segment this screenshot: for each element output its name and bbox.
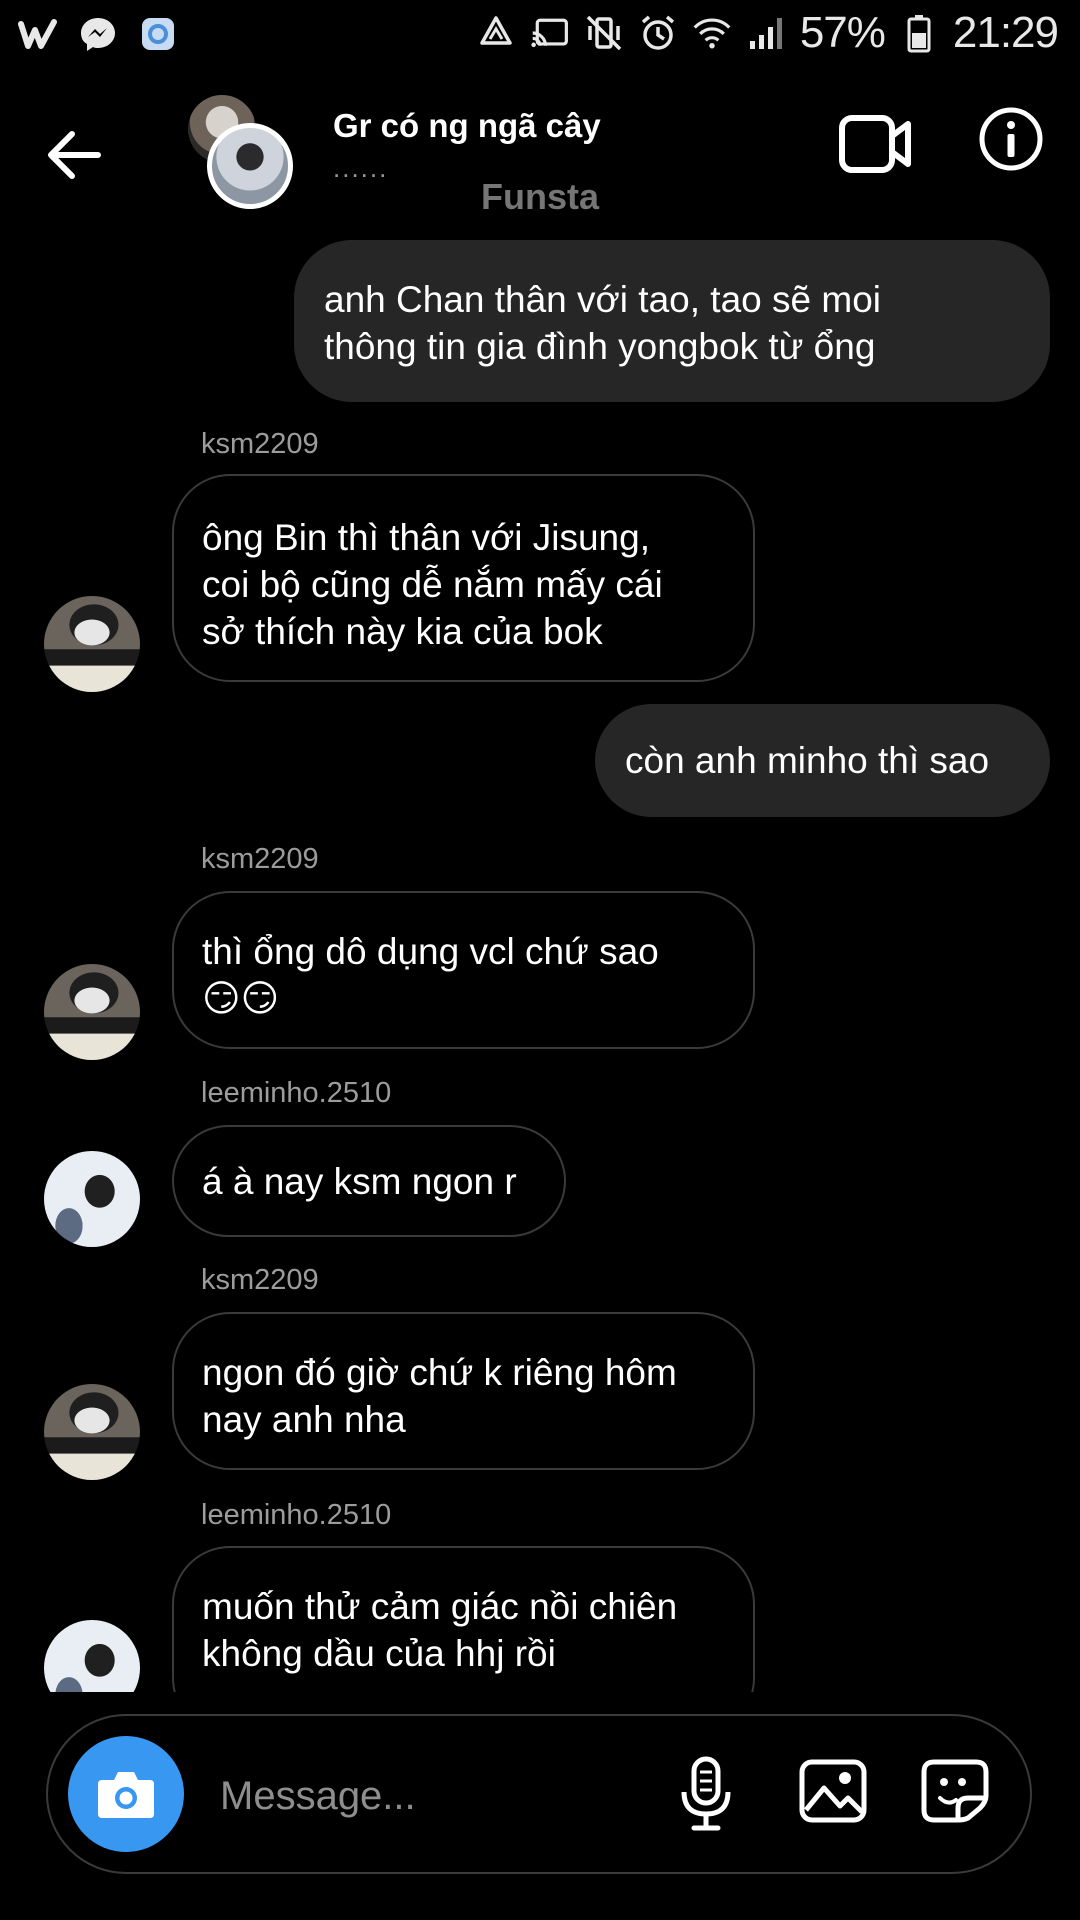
incoming-message[interactable]: ngon đó giờ chứ k riêng hôm nay anh nha bbox=[172, 1312, 755, 1470]
avatar[interactable] bbox=[44, 596, 140, 692]
message-line: còn anh minho thì sao bbox=[625, 740, 990, 781]
message-line: thì ổng dô dụng vcl chứ sao bbox=[202, 931, 659, 972]
avatar[interactable] bbox=[44, 1620, 140, 1692]
outgoing-message[interactable]: còn anh minho thì sao bbox=[595, 704, 1050, 817]
avatar[interactable] bbox=[44, 1151, 140, 1247]
message-line: nay anh nha bbox=[202, 1399, 406, 1440]
incoming-message[interactable]: muốn thử cảm giác nồi chiên không dầu củ… bbox=[172, 1546, 755, 1692]
camera-icon bbox=[98, 1772, 154, 1818]
message-composer bbox=[46, 1714, 1032, 1874]
sticker-icon[interactable] bbox=[920, 1758, 990, 1824]
sender-name: ksm2209 bbox=[201, 843, 319, 875]
chat-title[interactable]: Gr có ng ngã cây bbox=[333, 107, 601, 145]
camera-button[interactable] bbox=[68, 1736, 184, 1852]
message-line: thông tin gia đình yongbok từ ổng bbox=[324, 326, 876, 367]
message-input[interactable] bbox=[218, 1760, 672, 1832]
outgoing-message[interactable]: anh Chan thân với tao, tao sẽ moi thông … bbox=[294, 240, 1050, 402]
message-line: 😏😏 bbox=[202, 978, 280, 1019]
sender-name: leeminho.2510 bbox=[201, 1077, 392, 1109]
incoming-message[interactable]: thì ổng dô dụng vcl chứ sao 😏😏 bbox=[172, 891, 755, 1049]
chat-header: Gr có ng ngã cây ...... Funsta bbox=[0, 80, 1080, 230]
message-line: ông Bin thì thân với Jisung, bbox=[202, 517, 650, 558]
microphone-icon[interactable] bbox=[676, 1756, 736, 1832]
message-line: sở thích này kia của bok bbox=[202, 611, 603, 652]
avatar[interactable] bbox=[44, 964, 140, 1060]
sender-name: ksm2209 bbox=[201, 428, 319, 460]
gallery-icon[interactable] bbox=[798, 1758, 868, 1824]
sender-name: ksm2209 bbox=[201, 1264, 319, 1296]
message-line: ngon đó giờ chứ k riêng hôm bbox=[202, 1352, 677, 1393]
message-line: anh Chan thân với tao, tao sẽ moi bbox=[324, 279, 881, 320]
message-thread[interactable]: anh Chan thân với tao, tao sẽ moi thông … bbox=[0, 0, 1080, 1692]
message-line: á à nay ksm ngon r bbox=[202, 1161, 517, 1202]
incoming-message[interactable]: ông Bin thì thân với Jisung, coi bộ cũng… bbox=[172, 474, 755, 682]
incoming-message[interactable]: á à nay ksm ngon r bbox=[172, 1125, 566, 1237]
info-icon[interactable] bbox=[978, 106, 1044, 172]
sender-name: leeminho.2510 bbox=[201, 1499, 392, 1531]
message-line: không dầu của hhj rồi bbox=[202, 1633, 556, 1674]
message-line: coi bộ cũng dễ nắm mấy cái bbox=[202, 564, 663, 605]
video-call-icon[interactable] bbox=[838, 112, 912, 176]
message-line: muốn thử cảm giác nồi chiên bbox=[202, 1586, 678, 1627]
avatar[interactable] bbox=[44, 1384, 140, 1480]
funsta-label: Funsta bbox=[480, 176, 599, 217]
